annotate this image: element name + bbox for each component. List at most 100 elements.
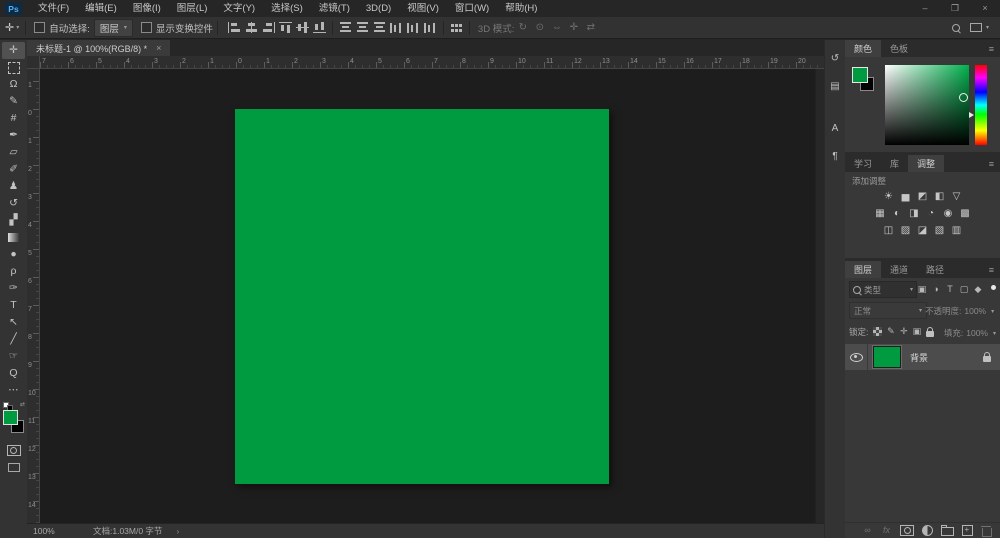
path-selection-tool[interactable]: ↖ xyxy=(2,314,25,331)
new-layer-button[interactable] xyxy=(962,524,973,537)
lock-position[interactable]: ✛ xyxy=(897,325,910,339)
zoom-tool[interactable]: Q xyxy=(2,365,25,382)
edit-toolbar[interactable]: ⋯ xyxy=(2,382,25,399)
menu-item[interactable]: 文件(F) xyxy=(30,0,77,17)
quick-selection-tool[interactable]: ✎ xyxy=(2,93,25,110)
align-top-button[interactable] xyxy=(277,20,294,36)
canvas-viewport[interactable] xyxy=(40,69,824,524)
zoom-level-field[interactable]: 100% xyxy=(33,526,75,536)
layers-tab[interactable]: 通道 xyxy=(881,261,917,278)
hue-slider[interactable] xyxy=(975,65,987,145)
dist-bottom-button[interactable] xyxy=(371,20,388,36)
color-balance-icon[interactable]: ◐ xyxy=(889,208,906,219)
lock-transparent-pixels[interactable] xyxy=(871,325,884,339)
black-white-icon[interactable]: ◨ xyxy=(906,208,923,219)
clone-stamp-tool[interactable]: ♟ xyxy=(2,178,25,195)
minimize-button[interactable]: – xyxy=(910,0,940,17)
document-canvas[interactable] xyxy=(235,109,609,484)
blend-mode-dropdown[interactable]: 正常 ▾ xyxy=(849,302,927,319)
vertical-scrollbar[interactable] xyxy=(815,69,824,524)
search-button[interactable] xyxy=(952,24,960,32)
adjustments-tab[interactable]: 库 xyxy=(881,155,908,172)
dodge-tool[interactable]: ρ xyxy=(2,263,25,280)
line-tool[interactable]: ╱ xyxy=(2,331,25,348)
hue-slider-arrow[interactable] xyxy=(969,112,974,118)
color-tab[interactable]: 色板 xyxy=(881,40,917,57)
restore-button[interactable]: ❐ xyxy=(940,0,970,17)
blur-tool[interactable]: ● xyxy=(2,246,25,263)
menu-item[interactable]: 图层(L) xyxy=(169,0,216,17)
show-transform-checkbox[interactable] xyxy=(141,22,152,33)
exposure-icon[interactable]: ◧ xyxy=(931,191,948,202)
filter-smart-objects-icon[interactable]: ◆ xyxy=(971,284,985,295)
type-tool[interactable]: T xyxy=(2,297,25,314)
adjustments-tab[interactable]: 学习 xyxy=(845,155,881,172)
hue-saturation-icon[interactable]: ▦ xyxy=(872,208,889,219)
eyedropper-tool[interactable]: ✒ xyxy=(2,127,25,144)
align-right-button[interactable] xyxy=(260,20,277,36)
dist-hcenter-button[interactable] xyxy=(405,20,422,36)
menu-item[interactable]: 滤镜(T) xyxy=(311,0,358,17)
menu-item[interactable]: 图像(I) xyxy=(125,0,169,17)
eraser-tool[interactable]: ▞ xyxy=(2,212,25,229)
filter-type-layers-icon[interactable]: T xyxy=(943,284,957,294)
posterize-icon[interactable]: ▨ xyxy=(897,225,914,236)
brush-tool[interactable]: ✐ xyxy=(2,161,25,178)
panel-menu-icon[interactable]: ≡ xyxy=(989,155,1000,172)
tool-preset-button[interactable]: ✛ ▾ xyxy=(5,21,19,34)
add-mask-button[interactable] xyxy=(900,524,914,537)
move-tool[interactable]: ✛ xyxy=(2,42,25,59)
photo-filter-icon[interactable]: ◔ xyxy=(923,208,940,219)
marquee-tool[interactable] xyxy=(2,59,25,76)
color-marker[interactable] xyxy=(959,93,968,102)
dist-vcenter-button[interactable] xyxy=(354,20,371,36)
color-tab[interactable]: 颜色 xyxy=(845,40,881,57)
lasso-tool[interactable]: Ω xyxy=(2,76,25,93)
new-group-button[interactable] xyxy=(941,524,954,537)
align-hcenter-button[interactable] xyxy=(243,20,260,36)
curves-icon[interactable]: ◩ xyxy=(914,191,931,202)
lock-artboard[interactable]: ▣ xyxy=(910,325,923,339)
visibility-toggle[interactable] xyxy=(845,344,868,370)
filter-toggle-icon[interactable] xyxy=(991,285,996,290)
panel-menu-icon[interactable]: ≡ xyxy=(989,40,1000,57)
color-lookup-icon[interactable]: ▩ xyxy=(957,208,974,219)
panel-history-icon[interactable]: ↺ xyxy=(827,50,844,67)
layer-filter-dropdown[interactable]: 类型 ▾ xyxy=(849,281,917,298)
delete-layer-button[interactable] xyxy=(981,524,992,537)
history-brush-tool[interactable]: ↺ xyxy=(2,195,25,212)
layer-style-button[interactable]: fx xyxy=(881,524,892,537)
saturation-brightness-field[interactable] xyxy=(885,65,969,145)
opacity-control[interactable]: 不透明度: 100% ▾ xyxy=(925,305,994,317)
lock-image-pixels[interactable]: ✎ xyxy=(884,325,897,339)
fill-control[interactable]: 填充: 100% ▾ xyxy=(944,327,996,339)
pen-tool[interactable]: ✑ xyxy=(2,280,25,297)
layer-row[interactable]: 背景 xyxy=(845,344,1000,370)
healing-brush-tool[interactable]: ▱ xyxy=(2,144,25,161)
screen-mode-button[interactable] xyxy=(2,460,25,475)
auto-select-checkbox[interactable] xyxy=(34,22,45,33)
align-vcenter-button[interactable] xyxy=(294,20,311,36)
dist-top-button[interactable] xyxy=(337,20,354,36)
close-button[interactable]: × xyxy=(970,0,1000,17)
status-expand-icon[interactable]: › xyxy=(176,526,179,536)
close-tab-icon[interactable]: × xyxy=(156,43,161,53)
align-bottom-button[interactable] xyxy=(311,20,328,36)
threshold-icon[interactable]: ◪ xyxy=(914,225,931,236)
menu-item[interactable]: 文字(Y) xyxy=(215,0,263,17)
menu-item[interactable]: 选择(S) xyxy=(263,0,311,17)
panel-paragraph-icon[interactable]: ¶ xyxy=(827,148,844,165)
dist-left-button[interactable] xyxy=(388,20,405,36)
dist-right-button[interactable] xyxy=(422,20,439,36)
hand-tool[interactable]: ☞ xyxy=(2,348,25,365)
swap-colors-icon[interactable]: ⇄ xyxy=(20,401,25,408)
levels-icon[interactable]: ▅ xyxy=(897,191,914,202)
brightness-contrast-icon[interactable]: ☀ xyxy=(880,191,897,202)
adjustments-tab[interactable]: 调整 xyxy=(908,155,944,172)
foreground-color-swatch[interactable] xyxy=(3,410,18,425)
vibrance-icon[interactable]: ▽ xyxy=(948,191,965,202)
link-layers-button[interactable]: ∞ xyxy=(862,524,873,537)
panel-menu-icon[interactable]: ≡ xyxy=(989,261,1000,278)
gradient-map-icon[interactable]: ▧ xyxy=(931,225,948,236)
menu-item[interactable]: 帮助(H) xyxy=(497,0,545,17)
